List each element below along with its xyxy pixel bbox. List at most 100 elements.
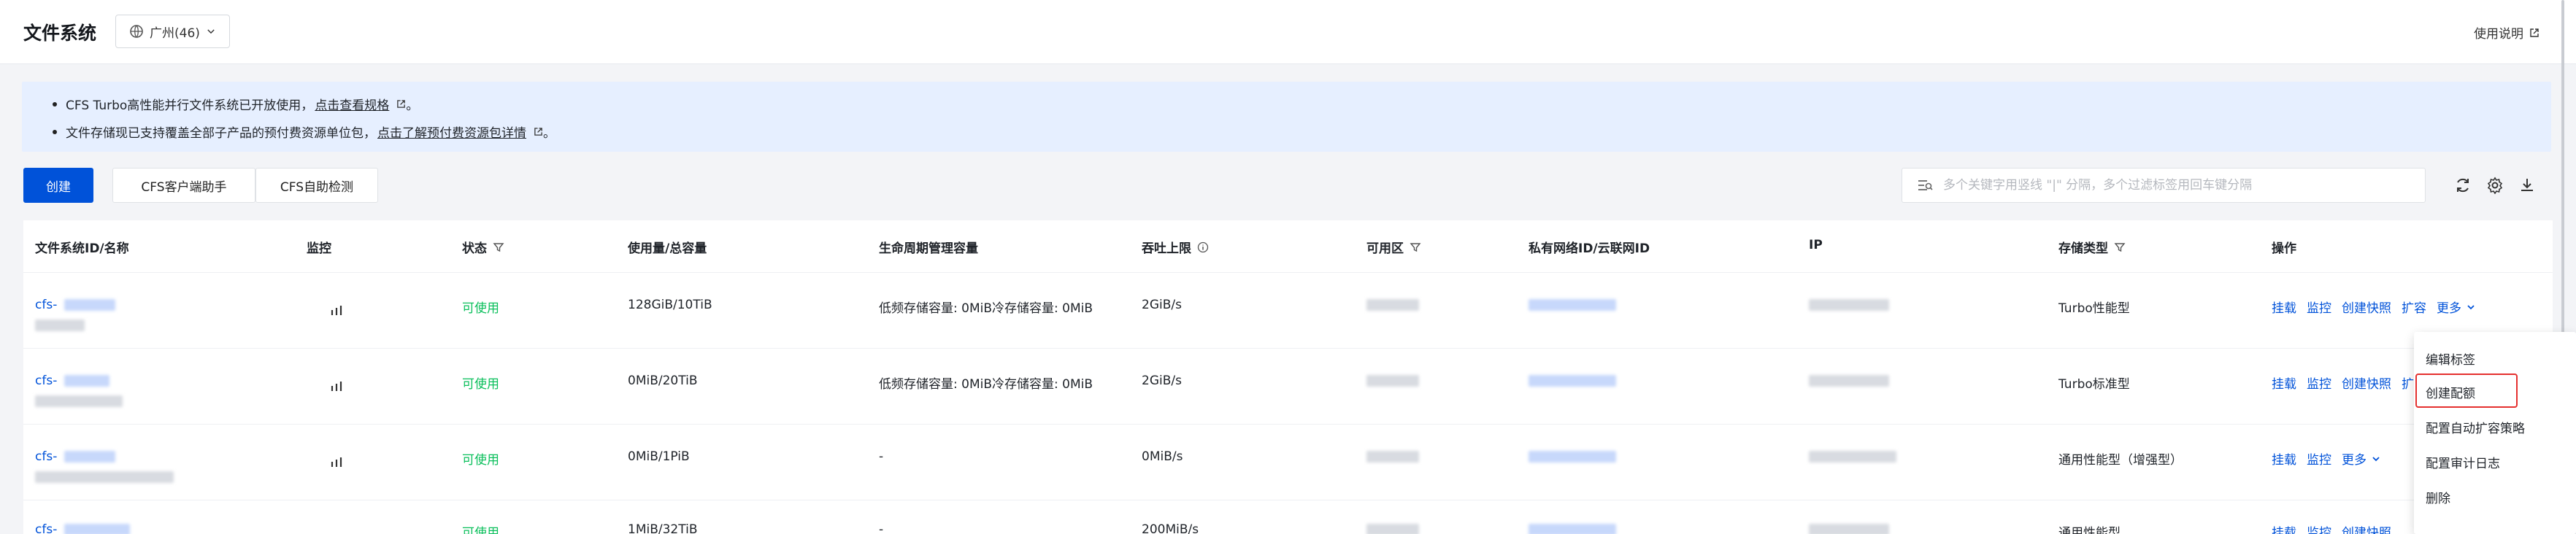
redacted-id [64, 299, 115, 311]
notice-line-turbo: CFS Turbo高性能并行文件系统已开放使用， 点击查看规格 。 [53, 95, 418, 113]
prepaid-link[interactable]: 点击了解预付费资源包详情 [377, 123, 526, 141]
filter-icon[interactable] [493, 241, 504, 253]
menu-delete[interactable]: 删除 [2426, 488, 2450, 506]
create-button[interactable]: 创建 [23, 168, 93, 203]
col-usage: 使用量/总容量 [628, 241, 707, 256]
expand-action[interactable]: 扩 [2402, 374, 2414, 392]
col-storage-type[interactable]: 存储类型 [2058, 238, 2126, 256]
monitor-action[interactable]: 监控 [2307, 522, 2331, 534]
mount-action[interactable]: 挂载 [2272, 298, 2296, 316]
bar-chart-icon[interactable] [330, 455, 343, 468]
region-label: 广州(46) [150, 26, 200, 41]
usage-text: 0MiB/20TiB [628, 374, 698, 388]
col-zone[interactable]: 可用区 [1366, 238, 1421, 256]
redacted-zone [1366, 451, 1419, 463]
redacted-id [64, 375, 109, 387]
self-check-button[interactable]: CFS自助检测 [255, 168, 378, 203]
redacted-zone [1366, 299, 1419, 311]
table-row: cfs- 可使用 0MiB/20TiB 低频存储容量: 0MiB冷存储容量: 0… [23, 349, 2553, 425]
filter-list-icon [1918, 180, 1933, 190]
more-action[interactable]: 更多 [2437, 298, 2476, 316]
menu-auto-expand-policy[interactable]: 配置自动扩容策略 [2426, 418, 2525, 436]
fs-id-link[interactable]: cfs- [35, 449, 57, 464]
usage-text: 0MiB/1PiB [628, 449, 690, 464]
col-storage-type-label: 存储类型 [2058, 241, 2108, 256]
redacted-vpc [1529, 451, 1616, 463]
filter-icon[interactable] [2114, 241, 2126, 253]
globe-icon [130, 25, 143, 38]
redacted-zone [1366, 375, 1419, 387]
fs-id-link[interactable]: cfs- [35, 298, 57, 312]
search-box[interactable] [1902, 168, 2426, 203]
more-actions-menu: 编辑标签 创建配额 配置自动扩容策略 配置审计日志 删除 [2414, 332, 2576, 534]
storage-type-text: Turbo标准型 [2058, 377, 2130, 392]
lifecycle-text: 低频存储容量: 0MiB冷存储容量: 0MiB [879, 377, 1093, 392]
throughput-text: 2GiB/s [1142, 374, 1182, 388]
menu-create-quota[interactable]: 创建配额 [2426, 383, 2475, 401]
storage-type-text: 通用性能型（增强型） [2058, 453, 2183, 468]
menu-edit-tags[interactable]: 编辑标签 [2426, 349, 2475, 368]
table-row: cfs- 可使用 128GiB/10TiB 低频存储容量: 0MiB冷存储容量:… [23, 273, 2553, 349]
bullet-icon [53, 101, 57, 107]
help-link[interactable]: 使用说明 [2474, 23, 2540, 42]
status-text: 可使用 [462, 526, 499, 534]
col-status-label: 状态 [462, 241, 487, 256]
top-bar: 文件系统 广州(46) 使用说明 [0, 0, 2576, 64]
throughput-text: 2GiB/s [1142, 298, 1182, 312]
lifecycle-text: 低频存储容量: 0MiB冷存储容量: 0MiB [879, 301, 1093, 316]
col-monitor: 监控 [307, 241, 331, 256]
menu-audit-log[interactable]: 配置审计日志 [2426, 453, 2500, 471]
chevron-down-icon [2372, 456, 2380, 461]
more-label: 更多 [2437, 301, 2461, 316]
notice-line-prepaid: 文件存储现已支持覆盖全部子产品的预付费资源单位包， 点击了解预付费资源包详情 。 [53, 123, 555, 141]
filter-icon[interactable] [1410, 241, 1421, 253]
fs-id-link[interactable]: cfs- [35, 374, 57, 388]
status-text: 可使用 [462, 301, 499, 316]
status-text: 可使用 [462, 453, 499, 468]
monitor-action[interactable]: 监控 [2307, 374, 2331, 392]
redacted-name [35, 395, 123, 407]
snapshot-action[interactable]: 创建快照 [2342, 374, 2391, 392]
throughput-text: 0MiB/s [1142, 449, 1183, 464]
notice-banner: CFS Turbo高性能并行文件系统已开放使用， 点击查看规格 。 文件存储现已… [22, 82, 2551, 152]
refresh-icon[interactable] [2451, 174, 2475, 197]
download-icon[interactable] [2515, 174, 2539, 197]
col-zone-label: 可用区 [1366, 241, 1404, 256]
spec-link[interactable]: 点击查看规格 [315, 95, 389, 113]
region-selector[interactable]: 广州(46) [115, 15, 230, 48]
notice-text: 文件存储现已支持覆盖全部子产品的预付费资源单位包， [66, 126, 376, 141]
external-link-icon [2530, 28, 2539, 37]
table-header: 文件系统ID/名称 监控 状态 使用量/总容量 生命周期管理容量 吞吐上限 可用… [23, 220, 2553, 273]
redacted-id [64, 524, 130, 534]
client-helper-button[interactable]: CFS客户端助手 [112, 168, 255, 203]
file-system-table: 文件系统ID/名称 监控 状态 使用量/总容量 生命周期管理容量 吞吐上限 可用… [23, 220, 2553, 534]
search-input[interactable] [1943, 178, 2425, 193]
snapshot-action[interactable]: 创建快照 [2342, 298, 2391, 316]
chevron-down-icon [2467, 304, 2475, 309]
bar-chart-icon[interactable] [330, 303, 343, 317]
table-row: cfs- 可使用 0MiB/1PiB - 0MiB/s 通用性能型（增强型） 挂… [23, 425, 2553, 500]
mount-action[interactable]: 挂载 [2272, 449, 2296, 468]
expand-action[interactable]: 扩容 [2402, 298, 2426, 316]
lifecycle-text: - [879, 522, 884, 534]
redacted-zone [1366, 524, 1419, 534]
notice-end: 。 [543, 126, 555, 141]
fs-id-link[interactable]: cfs- [35, 522, 57, 534]
col-throughput: 吞吐上限 [1142, 238, 1209, 256]
col-status[interactable]: 状态 [462, 238, 504, 256]
mount-action[interactable]: 挂载 [2272, 522, 2296, 534]
mount-action[interactable]: 挂载 [2272, 374, 2296, 392]
monitor-action[interactable]: 监控 [2307, 298, 2331, 316]
row-actions: 挂载 监控 创建快照 [2272, 522, 2391, 534]
more-action[interactable]: 更多 [2342, 449, 2381, 468]
bar-chart-icon[interactable] [330, 379, 343, 392]
storage-type-text: Turbo性能型 [2058, 301, 2130, 316]
table-row: cfs- 可使用 1MiB/32TiB - 200MiB/s 通用性能型 挂载 … [23, 500, 2553, 534]
usage-text: 128GiB/10TiB [628, 298, 712, 312]
lifecycle-text: - [879, 449, 884, 464]
monitor-action[interactable]: 监控 [2307, 449, 2331, 468]
gear-icon[interactable] [2483, 174, 2507, 197]
info-icon[interactable] [1197, 241, 1209, 253]
notice-text: CFS Turbo高性能并行文件系统已开放使用， [66, 98, 314, 113]
snapshot-action[interactable]: 创建快照 [2342, 522, 2391, 534]
